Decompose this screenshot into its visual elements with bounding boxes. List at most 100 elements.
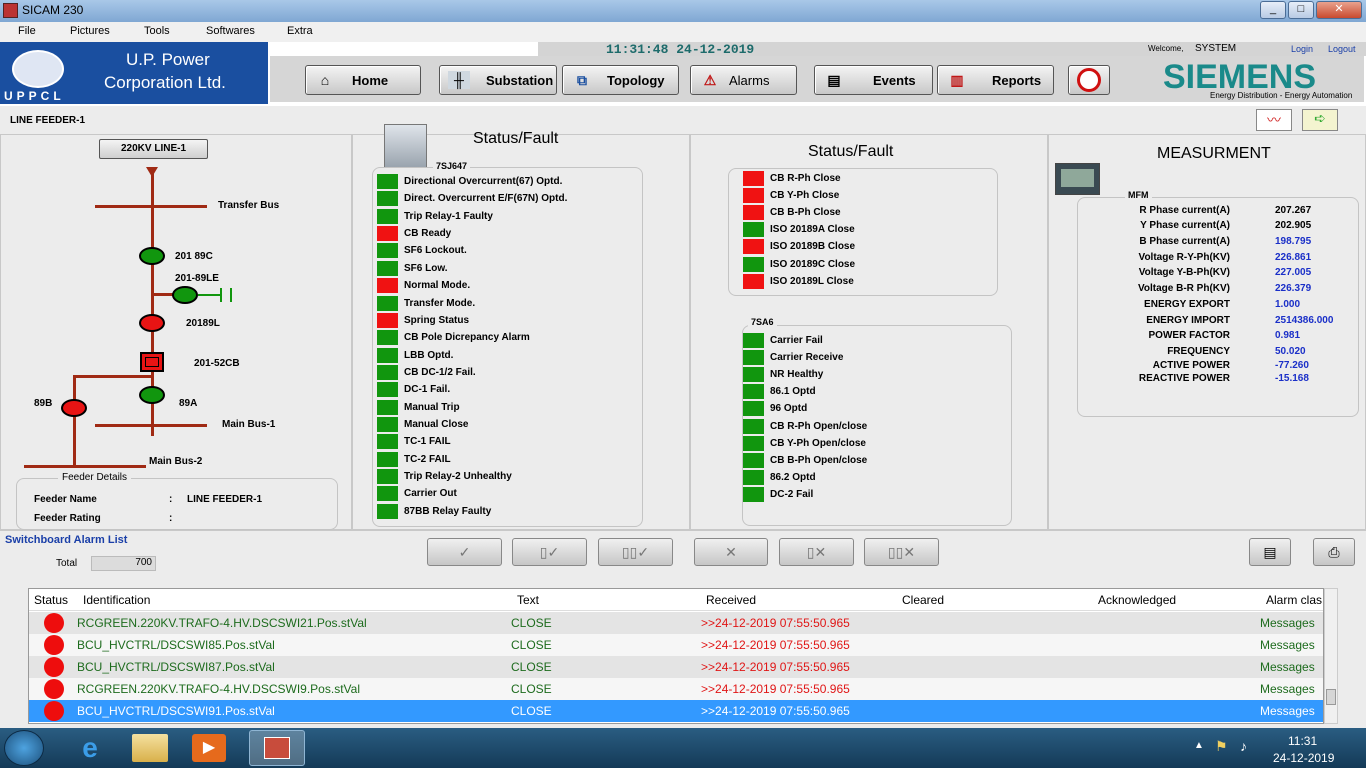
breaker-201-52cb[interactable] xyxy=(140,352,164,372)
status-1-item: SF6 Lockout. xyxy=(377,243,467,259)
reports-button[interactable]: ▥ Reports xyxy=(937,65,1054,95)
measurement-label: B Phase current(A) xyxy=(1139,236,1230,247)
status-2-title: Status/Fault xyxy=(808,143,894,160)
table-row[interactable]: BCU_HVCTRL/DSCSWI85.Pos.stVal CLOSE >>24-1… xyxy=(29,634,1323,656)
status-1-label: Direct. Overcurrent E/F(67N) Optd. xyxy=(404,193,568,205)
status-1-led xyxy=(377,451,398,467)
col-cleared[interactable]: Cleared xyxy=(902,593,944,607)
status-1-item: Carrier Out xyxy=(377,486,457,502)
alarm-received: >>24-12-2019 07:55:50.965 xyxy=(701,704,850,718)
clear-all-button[interactable]: ▯▯✕ xyxy=(864,538,939,566)
no-entry-icon xyxy=(1077,68,1101,92)
ie-icon[interactable]: e xyxy=(70,732,110,764)
print-icon[interactable]: ⎙ xyxy=(1313,538,1355,566)
alarm-identification: BCU_HVCTRL/DSCSWI91.Pos.stVal xyxy=(77,704,275,718)
status-2-label: CB B-Ph Close xyxy=(770,207,841,219)
relay-7sj647-icon xyxy=(384,124,427,168)
alarms-button[interactable]: ⚠ Alarms xyxy=(690,65,797,95)
acknowledge-button[interactable]: ✓ xyxy=(427,538,502,566)
topology-button[interactable]: ⧉ Topology xyxy=(562,65,679,95)
measurement-label: ENERGY EXPORT xyxy=(1144,299,1230,310)
clear-button[interactable]: ✕ xyxy=(694,538,768,566)
exit-button[interactable] xyxy=(1068,65,1110,95)
page-title: LINE FEEDER-1 xyxy=(10,115,86,126)
menu-extra[interactable]: Extra xyxy=(287,25,313,37)
status-1-led xyxy=(377,434,398,450)
sicam-taskbar-icon[interactable] xyxy=(249,730,305,766)
col-text[interactable]: Text xyxy=(517,593,539,607)
substation-button[interactable]: ╫ Substation xyxy=(439,65,557,95)
minimize-button[interactable]: _ xyxy=(1260,1,1286,19)
tray-arrow-icon[interactable]: ▲ xyxy=(1194,740,1204,751)
table-row[interactable]: RCGREEN.220KV.TRAFO-4.HV.DSCSWI21.Pos.st… xyxy=(29,612,1323,634)
table-row[interactable]: RCGREEN.220KV.TRAFO-4.HV.DSCSWI9.Pos.stV… xyxy=(29,678,1323,700)
status-1-led xyxy=(377,243,398,259)
table-row[interactable]: BCU_HVCTRL/DSCSWI87.Pos.stVal CLOSE >>24-1… xyxy=(29,656,1323,678)
status-2-item: CB B-Ph Close xyxy=(743,205,841,221)
status-1-led xyxy=(377,347,398,363)
table-row[interactable]: BCU_HVCTRL/DSCSWI91.Pos.stVal CLOSE >>24-1… xyxy=(29,700,1323,722)
col-alarm-class[interactable]: Alarm clas xyxy=(1266,593,1322,607)
status-1-item: Trip Relay-2 Unhealthy xyxy=(377,469,512,485)
col-received[interactable]: Received xyxy=(706,593,756,607)
col-status[interactable]: Status xyxy=(34,593,68,607)
alarm-table-header: Status Identification Text Received Clea… xyxy=(29,589,1323,611)
status-3-item: 96 Optd xyxy=(743,401,807,417)
sld-panel xyxy=(0,134,352,530)
alarm-book-icon[interactable]: ▤ xyxy=(1249,538,1291,566)
alarm-received: >>24-12-2019 07:55:50.965 xyxy=(701,660,850,674)
volume-icon[interactable]: ♪ xyxy=(1240,738,1247,754)
alarm-status-icon xyxy=(44,657,64,677)
logo-line1: U.P. Power xyxy=(126,50,210,69)
acknowledge-page-button[interactable]: ▯✓ xyxy=(512,538,587,566)
menu-file[interactable]: File xyxy=(18,25,36,37)
network-icon[interactable]: ⚑ xyxy=(1215,738,1228,755)
logout-link[interactable]: Logout xyxy=(1328,44,1356,54)
events-button[interactable]: ▤ Events xyxy=(814,65,933,95)
home-button[interactable]: ⌂ Home xyxy=(305,65,421,95)
alarm-class: Messages xyxy=(1260,682,1315,696)
alarm-scrollbar[interactable] xyxy=(1324,588,1338,724)
status-1-label: CB DC-1/2 Fail. xyxy=(404,366,476,378)
status-3-led xyxy=(743,486,764,502)
line-arrow-icon xyxy=(146,167,158,177)
col-identification[interactable]: Identification xyxy=(83,593,150,607)
switch-89b[interactable] xyxy=(61,399,87,417)
status-3-led xyxy=(743,367,764,383)
maximize-button[interactable]: □ xyxy=(1288,1,1314,19)
menu-softwares[interactable]: Softwares xyxy=(206,25,255,37)
status-2-label: ISO 20189L Close xyxy=(770,275,854,287)
clear-page-button[interactable]: ▯✕ xyxy=(779,538,854,566)
events-icon: ▤ xyxy=(827,72,841,88)
status-1-led xyxy=(377,417,398,433)
status-1-label: CB Pole Dicrepancy Alarm xyxy=(404,332,530,344)
status-1-led xyxy=(377,382,398,398)
menu-tools[interactable]: Tools xyxy=(144,25,170,37)
line-button[interactable]: 220KV LINE-1 xyxy=(99,139,208,159)
switch-89a[interactable] xyxy=(139,386,165,404)
logo-line2: Corporation Ltd. xyxy=(104,73,226,92)
switch-201-89c[interactable] xyxy=(139,247,165,265)
explorer-icon[interactable] xyxy=(132,734,168,762)
measurement-label: POWER FACTOR xyxy=(1148,330,1230,341)
switch-201-89le[interactable] xyxy=(172,286,198,304)
acknowledge-all-button[interactable]: ▯▯✓ xyxy=(598,538,673,566)
measurement-label: Voltage R-Y-Ph(KV) xyxy=(1138,252,1230,263)
switch-20189l[interactable] xyxy=(139,314,165,332)
trend-icon[interactable]: 〰 xyxy=(1256,109,1292,131)
status-3-item: CB Y-Ph Open/close xyxy=(743,435,866,451)
media-player-icon[interactable]: ▶ xyxy=(192,734,226,762)
status-1-item: LBB Optd. xyxy=(377,347,453,363)
menu-pictures[interactable]: Pictures xyxy=(70,25,110,37)
substation-icon: ╫ xyxy=(448,71,470,89)
export-icon[interactable]: ➪ xyxy=(1302,109,1338,131)
measurement-value: 2514386.000 xyxy=(1275,315,1334,326)
close-button[interactable]: ✕ xyxy=(1316,1,1362,19)
status-1-led xyxy=(377,503,398,519)
login-link[interactable]: Login xyxy=(1291,44,1313,54)
status-1-label: CB Ready xyxy=(404,228,452,240)
status-1-label: SF6 Low. xyxy=(404,262,448,274)
status-1-item: Transfer Mode. xyxy=(377,295,475,311)
start-button[interactable] xyxy=(4,730,44,766)
col-acknowledged[interactable]: Acknowledged xyxy=(1098,593,1176,607)
